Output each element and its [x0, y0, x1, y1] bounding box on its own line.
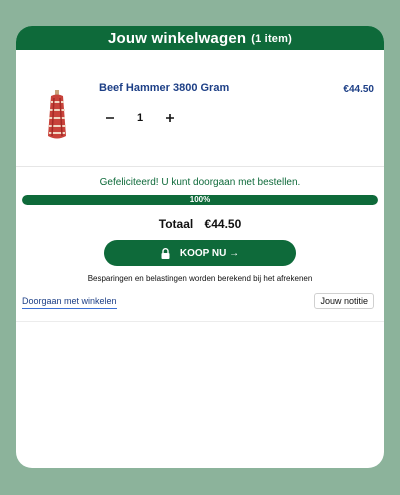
- continue-shopping-link[interactable]: Doorgaan met winkelen: [22, 296, 117, 309]
- cart-header: Jouw winkelwagen (1 item): [16, 26, 384, 50]
- cart-panel: Jouw winkelwagen (1 item) Beef Hammer 38…: [16, 26, 384, 468]
- minus-icon: [106, 117, 114, 119]
- tax-note: Besparingen en belastingen worden bereke…: [87, 274, 313, 283]
- cart-footer: Doorgaan met winkelen Jouw notitie: [16, 291, 384, 322]
- checkout-label: KOOP NU →: [179, 247, 240, 259]
- cart-title: Jouw winkelwagen: [108, 29, 247, 47]
- increment-button[interactable]: [159, 107, 181, 129]
- order-total: Totaal €44.50: [16, 217, 384, 231]
- total-label: Totaal: [158, 217, 194, 231]
- quantity-stepper: 1: [99, 107, 181, 129]
- decrement-button[interactable]: [99, 107, 121, 129]
- progress-bar: 100%: [22, 195, 378, 205]
- product-price: €44.50: [343, 84, 374, 95]
- order-note-button[interactable]: Jouw notitie: [314, 293, 374, 309]
- product-name[interactable]: Beef Hammer 3800 Gram: [99, 82, 229, 94]
- progress-percent: 100%: [189, 195, 211, 204]
- cart-item-row: Beef Hammer 3800 Gram €44.50 1: [16, 50, 384, 167]
- lock-icon: [161, 247, 170, 259]
- total-amount: €44.50: [204, 217, 242, 231]
- quantity-value[interactable]: 1: [128, 112, 152, 124]
- free-shipping-message: Gefeliciteerd! U kunt doorgaan met beste…: [99, 177, 301, 188]
- product-image[interactable]: [42, 90, 72, 142]
- cart-item-count: (1 item): [251, 32, 292, 45]
- checkout-button[interactable]: KOOP NU →: [104, 240, 296, 266]
- plus-icon: [166, 114, 174, 122]
